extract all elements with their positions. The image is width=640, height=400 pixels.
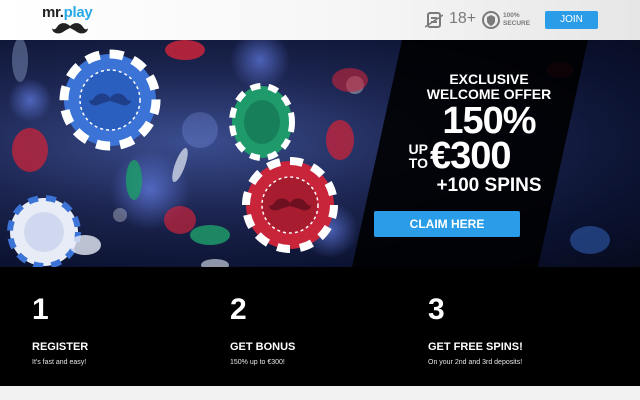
hero-banner: EXCLUSIVE WELCOME OFFER 150% UP TO €300 … [0, 40, 640, 267]
step-title: GET FREE SPINS! [428, 341, 523, 353]
logo-wordmark: mr.play [42, 4, 93, 21]
step-title: GET BONUS [230, 341, 296, 353]
step-number: 3 [428, 293, 445, 326]
shield-icon [482, 11, 500, 29]
step-number: 2 [230, 293, 247, 326]
signup-steps: 1 REGISTER It's fast and easy! 2 GET BON… [0, 267, 640, 386]
claim-button[interactable]: CLAIM HERE [374, 211, 520, 237]
step-register: 1 REGISTER It's fast and easy! [32, 267, 222, 386]
step-get-bonus: 2 GET BONUS 150% up to €300! [230, 267, 420, 386]
offer-up-to: UP TO [408, 141, 428, 171]
step-description: On your 2nd and 3rd deposits! [428, 359, 523, 366]
age-restriction-icon [425, 12, 443, 28]
mustache-icon [52, 23, 88, 34]
step-free-spins: 3 GET FREE SPINS! On your 2nd and 3rd de… [428, 267, 618, 386]
step-title: REGISTER [32, 341, 89, 353]
offer-spins: +100 SPINS [436, 175, 542, 196]
step-number: 1 [32, 293, 49, 326]
site-header: mr.play 18+ 100% SECURE JOIN [0, 0, 640, 40]
offer-amount: €300 [430, 135, 512, 177]
step-description: 150% up to €300! [230, 359, 285, 366]
step-description: It's fast and easy! [32, 359, 87, 366]
offer-headline: EXCLUSIVE [449, 71, 529, 87]
bottom-strip [0, 386, 640, 400]
age-label: 18+ [449, 10, 477, 27]
secure-label: 100% SECURE [503, 12, 531, 27]
mrplay-logo[interactable]: mr.play [38, 4, 102, 35]
join-button[interactable]: JOIN [545, 11, 598, 29]
